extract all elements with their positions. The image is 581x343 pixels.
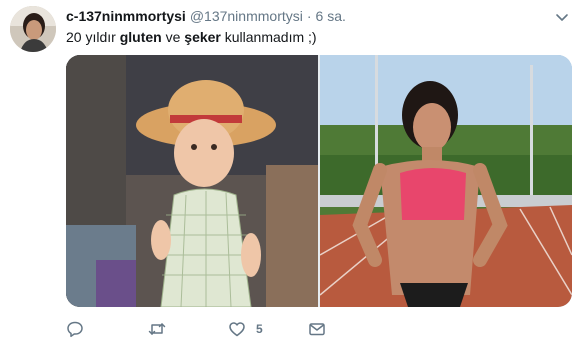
tweet-timestamp[interactable]: 6 sa. xyxy=(316,8,346,24)
photo-baby-straw-hat[interactable] xyxy=(66,55,318,307)
retweet-icon xyxy=(148,320,166,338)
tweet-text-bold: şeker xyxy=(184,29,221,45)
retweet-button[interactable] xyxy=(148,320,176,338)
tweet-header: c-137ninmmortysi @137ninmmortysi · 6 sa. xyxy=(66,8,346,26)
tweet-text: 20 yıldır gluten ve şeker kullanmadım ;) xyxy=(66,28,317,46)
action-bar: 5 xyxy=(66,320,366,340)
heart-icon xyxy=(228,320,246,338)
reply-button[interactable] xyxy=(66,320,94,338)
like-count: 5 xyxy=(256,322,263,336)
display-name[interactable]: c-137ninmmortysi xyxy=(66,8,186,24)
chevron-down-icon[interactable] xyxy=(555,10,569,24)
tweet-text-part: kullanmadım ;) xyxy=(220,29,317,45)
photo-athlete-track[interactable] xyxy=(320,55,572,307)
like-button[interactable]: 5 xyxy=(228,320,263,338)
tweet-text-bold: gluten xyxy=(119,29,162,45)
separator-dot: · xyxy=(306,8,312,24)
tweet-text-part: ve xyxy=(161,29,185,45)
reply-icon xyxy=(66,320,84,338)
message-button[interactable] xyxy=(308,320,336,338)
tweet: c-137ninmmortysi @137ninmmortysi · 6 sa.… xyxy=(0,0,581,343)
media-grid xyxy=(66,55,572,307)
user-handle[interactable]: @137ninmmortysi xyxy=(190,8,303,24)
avatar[interactable] xyxy=(10,6,56,52)
tweet-text-part: 20 yıldır xyxy=(66,29,120,45)
envelope-icon xyxy=(308,320,326,338)
